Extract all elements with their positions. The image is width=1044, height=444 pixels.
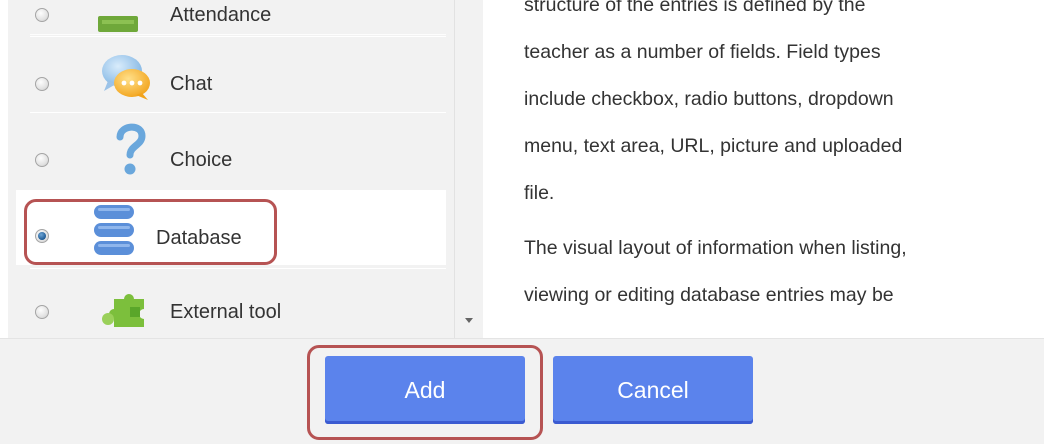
external-tool-icon — [102, 294, 144, 327]
activity-label-attendance: Attendance — [170, 4, 272, 26]
list-scrollbar[interactable] — [454, 0, 483, 338]
activity-label-choice: Choice — [170, 149, 233, 171]
description-line: teacher as a number of fields. Field typ… — [524, 41, 881, 63]
description-line: viewing or editing database entries may … — [524, 284, 894, 306]
activity-radio-chat[interactable] — [35, 77, 49, 91]
description-paragraph-2: The visual layout of information when li… — [524, 225, 1024, 319]
activity-radio-attendance[interactable] — [35, 8, 49, 22]
activity-label-external-tool: External tool — [170, 301, 282, 323]
activity-item-choice[interactable]: Choice — [30, 112, 446, 187]
activity-item-database[interactable]: Database — [16, 190, 446, 265]
description-line: menu, text area, URL, picture and upload… — [524, 135, 903, 157]
activity-label-database: Database — [156, 227, 242, 249]
row-divider — [30, 34, 446, 35]
database-icon — [94, 205, 134, 255]
description-line: The visual layout of information when li… — [524, 237, 907, 259]
activity-item-external-tool[interactable]: External tool — [30, 268, 446, 338]
description-line: file. — [524, 182, 555, 204]
description-line: structure of the entries is defined by t… — [524, 0, 866, 16]
activity-item-chat[interactable]: Chat — [30, 36, 446, 111]
cancel-button[interactable]: Cancel — [553, 356, 753, 424]
activity-item-attendance[interactable]: Attendance — [30, 0, 446, 32]
choice-icon — [116, 123, 146, 175]
scroll-down-arrow-icon[interactable] — [465, 318, 473, 323]
description-paragraph-1: structure of the entries is defined by t… — [524, 0, 1024, 217]
chat-icon — [102, 55, 150, 100]
add-button[interactable]: Add — [325, 356, 525, 424]
activity-list: Attendance Chat Choice Database External… — [8, 0, 454, 338]
activity-radio-external-tool[interactable] — [35, 305, 49, 319]
description-line: include checkbox, radio buttons, dropdow… — [524, 88, 894, 110]
activity-radio-database[interactable] — [35, 229, 49, 243]
activity-description: structure of the entries is defined by t… — [524, 0, 1024, 319]
attendance-icon — [98, 16, 138, 32]
activity-label-chat: Chat — [170, 73, 213, 95]
activity-radio-choice[interactable] — [35, 153, 49, 167]
